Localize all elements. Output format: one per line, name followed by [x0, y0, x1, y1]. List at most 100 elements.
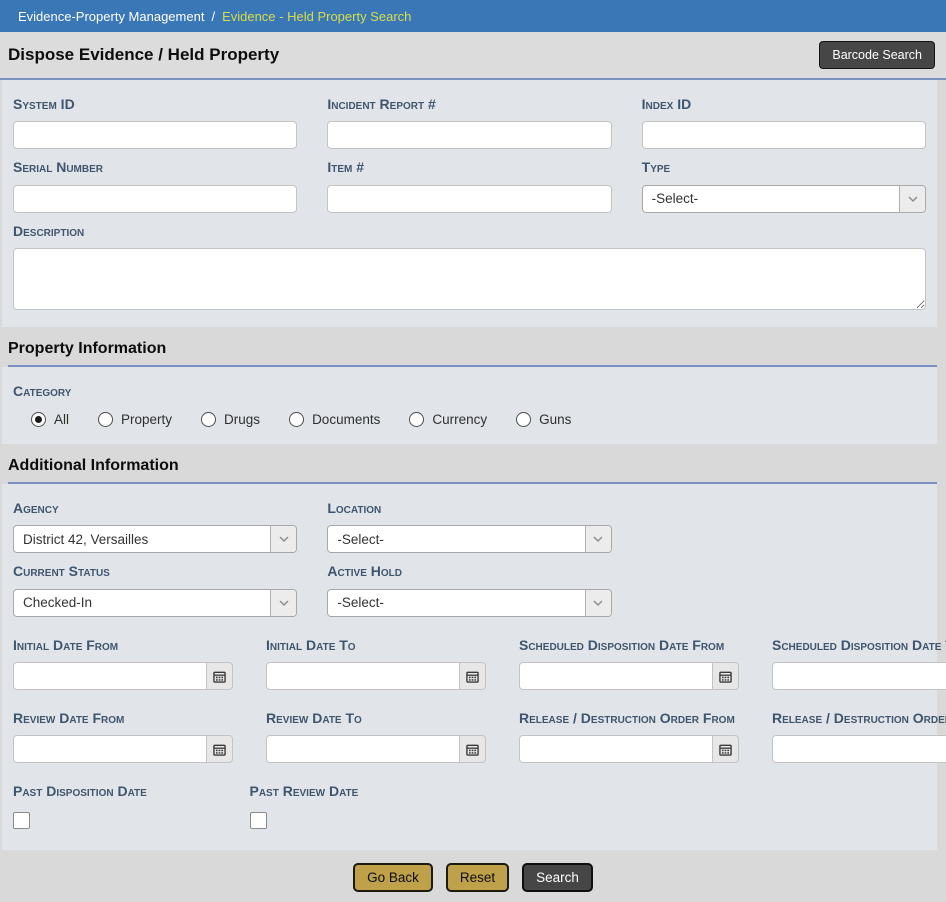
- calendar-button[interactable]: [459, 735, 486, 763]
- review-date-to-label: Review Date To: [266, 708, 486, 728]
- radio-option-label: All: [54, 412, 69, 427]
- release-order-from-label: Release / Destruction Order From: [519, 708, 739, 728]
- serial-number-field: Serial Number: [13, 149, 297, 212]
- scheduled-disposition-from-field: Scheduled Disposition Date From: [519, 627, 739, 690]
- radio-option-label: Documents: [312, 412, 380, 427]
- scheduled-disposition-from-input[interactable]: [519, 662, 712, 690]
- calendar-button[interactable]: [206, 735, 233, 763]
- category-radio-guns[interactable]: Guns: [516, 412, 571, 427]
- review-date-to-field: Review Date To: [266, 700, 486, 763]
- index-id-input[interactable]: [642, 121, 926, 149]
- radio-button-icon[interactable]: [409, 412, 424, 427]
- breadcrumb: Evidence-Property Management / Evidence …: [0, 0, 946, 32]
- active-hold-select-value: -Select-: [328, 590, 584, 616]
- additional-information-title: Additional Information: [8, 457, 938, 475]
- agency-select[interactable]: District 42, Versailles: [13, 525, 297, 553]
- past-review-date-checkbox[interactable]: [250, 812, 267, 829]
- review-date-to-input[interactable]: [266, 735, 459, 763]
- current-status-label: Current Status: [13, 561, 297, 581]
- chevron-down-icon[interactable]: [270, 590, 296, 616]
- chevron-down-icon[interactable]: [270, 526, 296, 552]
- scheduled-disposition-from-label: Scheduled Disposition Date From: [519, 635, 739, 655]
- scheduled-disposition-to-field: Scheduled Disposition Date To: [772, 627, 946, 690]
- type-field: Type -Select-: [642, 149, 926, 212]
- description-field: Description: [13, 221, 926, 315]
- index-id-field: Index ID: [642, 86, 926, 149]
- release-order-from-input[interactable]: [519, 735, 712, 763]
- initial-date-from-field: Initial Date From: [13, 627, 233, 690]
- type-select[interactable]: -Select-: [642, 185, 926, 213]
- radio-button-icon[interactable]: [31, 412, 46, 427]
- incident-report-input[interactable]: [327, 121, 611, 149]
- past-disposition-date-checkbox[interactable]: [13, 812, 30, 829]
- chevron-down-icon[interactable]: [899, 186, 925, 212]
- search-button[interactable]: Search: [522, 863, 593, 892]
- radio-button-icon[interactable]: [98, 412, 113, 427]
- footer-actions: Go Back Reset Search: [0, 850, 946, 902]
- radio-button-icon[interactable]: [289, 412, 304, 427]
- initial-date-to-label: Initial Date To: [266, 635, 486, 655]
- property-information-title: Property Information: [8, 340, 938, 358]
- breadcrumb-separator: /: [211, 9, 215, 24]
- agency-label: Agency: [13, 498, 297, 518]
- calendar-icon: [213, 743, 226, 756]
- release-order-to-input[interactable]: [772, 735, 946, 763]
- calendar-button[interactable]: [712, 735, 739, 763]
- category-radio-all[interactable]: All: [31, 412, 69, 427]
- review-date-from-label: Review Date From: [13, 708, 233, 728]
- incident-report-field: Incident Report #: [327, 86, 611, 149]
- category-radio-currency[interactable]: Currency: [409, 412, 487, 427]
- additional-information-header: Additional Information: [0, 444, 946, 484]
- calendar-icon: [719, 743, 732, 756]
- serial-number-input[interactable]: [13, 185, 297, 213]
- radio-option-label: Guns: [539, 412, 571, 427]
- category-radio-group: All Property Drugs Documents Currency Gu…: [31, 412, 926, 427]
- current-status-select[interactable]: Checked-In: [13, 589, 297, 617]
- scheduled-disposition-to-input[interactable]: [772, 662, 946, 690]
- review-date-from-input[interactable]: [13, 735, 206, 763]
- calendar-button[interactable]: [712, 662, 739, 690]
- agency-field: Agency District 42, Versailles: [13, 490, 297, 553]
- barcode-search-button[interactable]: Barcode Search: [819, 41, 935, 69]
- review-date-from-field: Review Date From: [13, 700, 233, 763]
- active-hold-select[interactable]: -Select-: [327, 589, 611, 617]
- item-number-input[interactable]: [327, 185, 611, 213]
- radio-button-icon[interactable]: [201, 412, 216, 427]
- radio-option-label: Drugs: [224, 412, 260, 427]
- release-order-from-field: Release / Destruction Order From: [519, 700, 739, 763]
- serial-number-label: Serial Number: [13, 157, 297, 177]
- initial-date-to-input[interactable]: [266, 662, 459, 690]
- reset-button[interactable]: Reset: [446, 863, 509, 892]
- description-textarea[interactable]: [13, 248, 926, 310]
- category-radio-documents[interactable]: Documents: [289, 412, 380, 427]
- item-number-field: Item #: [327, 149, 611, 212]
- chevron-down-icon[interactable]: [585, 590, 611, 616]
- description-label: Description: [13, 221, 926, 241]
- radio-button-icon[interactable]: [516, 412, 531, 427]
- page-title: Dispose Evidence / Held Property: [8, 45, 279, 65]
- chevron-down-icon[interactable]: [585, 526, 611, 552]
- calendar-button[interactable]: [206, 662, 233, 690]
- system-id-input[interactable]: [13, 121, 297, 149]
- type-select-value: -Select-: [643, 186, 899, 212]
- go-back-button[interactable]: Go Back: [353, 863, 433, 892]
- calendar-button[interactable]: [459, 662, 486, 690]
- current-status-field: Current Status Checked-In: [13, 553, 297, 616]
- location-select[interactable]: -Select-: [327, 525, 611, 553]
- breadcrumb-root-link[interactable]: Evidence-Property Management: [18, 9, 204, 24]
- breadcrumb-current-link[interactable]: Evidence - Held Property Search: [222, 9, 411, 24]
- location-label: Location: [327, 498, 611, 518]
- category-radio-property[interactable]: Property: [98, 412, 172, 427]
- category-radio-drugs[interactable]: Drugs: [201, 412, 260, 427]
- active-hold-label: Active Hold: [327, 561, 611, 581]
- past-disposition-date-field: Past Disposition Date: [13, 773, 217, 833]
- location-field: Location -Select-: [327, 490, 611, 553]
- past-disposition-date-label: Past Disposition Date: [13, 781, 217, 801]
- property-information-header: Property Information: [0, 327, 946, 367]
- release-order-to-field: Release / Destruction Order To: [772, 700, 946, 763]
- radio-option-label: Property: [121, 412, 172, 427]
- calendar-icon: [719, 670, 732, 683]
- initial-date-from-input[interactable]: [13, 662, 206, 690]
- active-hold-field: Active Hold -Select-: [327, 553, 611, 616]
- system-id-field: System ID: [13, 86, 297, 149]
